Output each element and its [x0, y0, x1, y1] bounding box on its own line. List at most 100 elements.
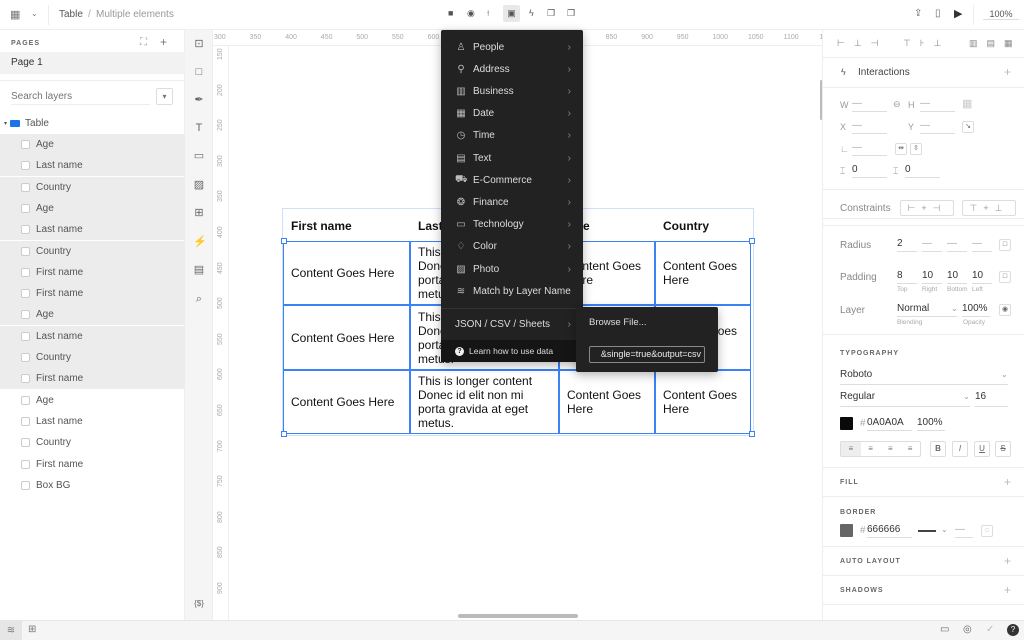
- lightning-tool-icon[interactable]: ⚡: [193, 236, 207, 248]
- search-layers-input[interactable]: [11, 88, 150, 105]
- menu-item-business[interactable]: ▥ Business ›: [441, 80, 583, 102]
- fit-icon[interactable]: ⛶: [140, 37, 147, 48]
- browse-file-button[interactable]: Browse File...: [589, 317, 647, 328]
- pin-icon[interactable]: ↘: [962, 121, 974, 133]
- spacing-input[interactable]: 0: [852, 164, 887, 178]
- layer-item[interactable]: Age: [0, 197, 185, 219]
- text-color-input[interactable]: 0A0A0A: [867, 417, 912, 431]
- strikethrough-icon[interactable]: S: [995, 441, 1011, 457]
- justify-icon[interactable]: ≡: [900, 442, 920, 456]
- data-icon[interactable]: ▣: [503, 5, 520, 22]
- symbol-icon[interactable]: ◉: [467, 8, 475, 19]
- component-icon[interactable]: ⟊: [487, 8, 489, 19]
- menu-item-technology[interactable]: ▭ Technology ›: [441, 214, 583, 236]
- add-page-icon[interactable]: +: [160, 35, 167, 49]
- menu-item-match-by-layer-name[interactable]: ≋ Match by Layer Name: [441, 280, 583, 302]
- play-icon[interactable]: ▶: [954, 7, 962, 20]
- spacing-input[interactable]: 0: [905, 164, 940, 178]
- border-color-swatch[interactable]: [840, 524, 853, 537]
- link-icon[interactable]: ⊖: [893, 99, 901, 110]
- device-preview-icon[interactable]: ▯: [935, 8, 941, 19]
- layer-item[interactable]: Country: [0, 176, 185, 198]
- opacity-input[interactable]: 100%: [962, 303, 990, 317]
- horizontal-scrollbar[interactable]: [458, 614, 578, 618]
- add-interaction-icon[interactable]: +: [1004, 65, 1011, 79]
- table-cell[interactable]: Content Goes Here: [283, 370, 410, 434]
- image-tool-icon[interactable]: ▨: [193, 179, 205, 191]
- layer-item[interactable]: Last name: [0, 155, 185, 177]
- interactions-section[interactable]: ϟ Interactions +: [823, 58, 1024, 88]
- resize-handle[interactable]: [749, 431, 755, 437]
- radius-input[interactable]: —: [947, 238, 967, 252]
- padding-input[interactable]: 10: [972, 270, 992, 284]
- zoom-level[interactable]: 100%: [983, 9, 1019, 20]
- table-cell[interactable]: Content Goes Here: [655, 241, 751, 305]
- page-item[interactable]: Page 1: [0, 52, 185, 74]
- caret-down-icon[interactable]: ▾: [4, 120, 7, 127]
- menu-item-time[interactable]: ◷ Time ›: [441, 125, 583, 147]
- menu-item-text[interactable]: ▤ Text ›: [441, 147, 583, 169]
- layer-item[interactable]: First name: [0, 368, 185, 390]
- menu-item-e-commerce[interactable]: ⛟ E-Commerce ›: [441, 169, 583, 191]
- layer-group-table[interactable]: ▾ Table: [0, 113, 185, 134]
- resize-handle[interactable]: [281, 431, 287, 437]
- font-weight-select[interactable]: Regular: [840, 391, 970, 407]
- radius-input[interactable]: —: [972, 238, 992, 252]
- check-icon[interactable]: ✓: [986, 624, 994, 635]
- menu-item-address[interactable]: ⚲ Address ›: [441, 58, 583, 80]
- layer-item[interactable]: First name: [0, 283, 185, 305]
- learn-data-link[interactable]: ? Learn how to use data: [441, 340, 583, 362]
- bring-forward-icon[interactable]: ❐: [547, 8, 555, 19]
- add-fill-icon[interactable]: +: [1004, 475, 1011, 489]
- border-width-input[interactable]: —: [955, 524, 973, 538]
- pen-tool-icon[interactable]: ✒: [193, 94, 205, 106]
- layers-icon[interactable]: ≋: [0, 621, 22, 640]
- search-tool-icon[interactable]: ⌕: [193, 293, 205, 305]
- table-cell[interactable]: This is longer content Donec id elit non…: [410, 370, 559, 434]
- menu-item-photo[interactable]: ▨ Photo ›: [441, 258, 583, 280]
- export-icon[interactable]: ⇪: [914, 8, 922, 19]
- assets-icon[interactable]: ⊞: [28, 624, 36, 635]
- radius-input[interactable]: 2: [897, 238, 917, 252]
- align-center-icon[interactable]: ≡: [861, 442, 881, 456]
- menu-item-people[interactable]: ♙ People ›: [441, 36, 583, 58]
- add-auto-layout-icon[interactable]: +: [1004, 554, 1011, 568]
- lightning-icon[interactable]: ϟ: [529, 8, 534, 18]
- send-backward-icon[interactable]: ❐: [567, 8, 575, 19]
- underline-icon[interactable]: U: [974, 441, 990, 457]
- padding-input[interactable]: 8: [897, 270, 917, 284]
- table-cell[interactable]: Content Goes Here: [559, 370, 655, 434]
- table-header-cell[interactable]: First name: [284, 210, 411, 241]
- align-horizontal-icons[interactable]: ⊢⊥⊣: [837, 38, 888, 49]
- accessibility-icon[interactable]: ◎: [963, 624, 972, 635]
- layer-item[interactable]: First name: [0, 261, 185, 283]
- components-tool-icon[interactable]: ⊞: [193, 207, 205, 219]
- menu-item-json-csv-sheets[interactable]: JSON / CSV / Sheets ›: [441, 313, 583, 335]
- chevron-down-icon[interactable]: ⌄: [31, 9, 38, 18]
- layer-item[interactable]: First name: [0, 454, 185, 475]
- layer-item[interactable]: Country: [0, 347, 185, 368]
- font-family-select[interactable]: Roboto: [840, 369, 1008, 385]
- blending-select[interactable]: Normal: [897, 303, 957, 317]
- independent-corners-icon[interactable]: □: [999, 239, 1011, 251]
- text-color-swatch[interactable]: [840, 417, 853, 430]
- text-opacity-input[interactable]: 100%: [917, 417, 945, 431]
- x-input[interactable]: —: [852, 120, 887, 134]
- menu-item-color[interactable]: ♢ Color ›: [441, 236, 583, 258]
- rectangle-tool-icon[interactable]: □: [193, 66, 205, 78]
- layer-item[interactable]: Country: [0, 240, 185, 262]
- independent-padding-icon[interactable]: □: [999, 271, 1011, 283]
- padding-input[interactable]: 10: [922, 270, 942, 284]
- filter-icon[interactable]: ▾: [156, 88, 173, 105]
- layer-item[interactable]: Last name: [0, 411, 185, 432]
- layer-item[interactable]: Box BG: [0, 475, 185, 496]
- data-variable-button[interactable]: {$}: [190, 598, 208, 610]
- eye-icon[interactable]: ◉: [999, 304, 1011, 316]
- layer-item[interactable]: Age: [0, 304, 185, 326]
- frame-tool-icon[interactable]: ⊡: [193, 38, 205, 50]
- menu-item-date[interactable]: ▦ Date ›: [441, 103, 583, 125]
- table-header-cell[interactable]: Country: [656, 210, 752, 241]
- text-tool-icon[interactable]: T: [193, 122, 205, 134]
- flip-horizontal-icon[interactable]: ⇹: [895, 143, 907, 155]
- breadcrumb-root[interactable]: Table: [59, 9, 83, 20]
